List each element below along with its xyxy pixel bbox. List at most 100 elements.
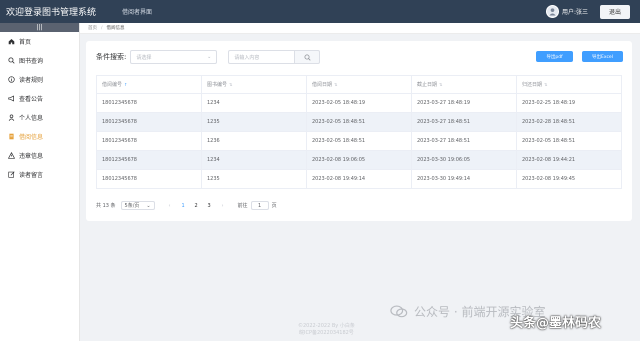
sidebar-item-7[interactable]: 读者留言 <box>0 165 79 184</box>
edit-icon <box>7 171 15 179</box>
sidebar-item-3[interactable]: 查看公告 <box>0 89 79 108</box>
table-cell: 2023-02-28 18:48:51 <box>516 112 622 132</box>
table-cell: 18012345678 <box>96 93 202 113</box>
table-cell: 1235 <box>201 169 307 189</box>
table-cell: 2023-02-08 19:49:14 <box>306 169 412 189</box>
username: 用户:张三 <box>561 9 588 16</box>
table-cell: 2023-02-25 18:48:19 <box>516 93 622 113</box>
table-cell: 1234 <box>201 93 307 113</box>
column-header-label: 归还日期 <box>522 82 543 88</box>
select-placeholder: 请选择 <box>136 54 152 61</box>
prev-page-icon[interactable]: ‹ <box>169 203 171 209</box>
column-header[interactable]: 借阅编号 ↑ <box>96 75 202 94</box>
table-cell: 1236 <box>201 131 307 151</box>
column-header[interactable]: 归还日期 ⇅ <box>516 75 622 94</box>
sidebar-item-5[interactable]: 借阅信息 <box>0 127 79 146</box>
next-page-icon[interactable]: › <box>222 203 224 209</box>
column-header[interactable]: 借阅日期 ⇅ <box>306 75 412 94</box>
footer-copyright: ©2022-2022 By 小白条 <box>298 323 355 329</box>
avatar[interactable] <box>545 5 559 18</box>
app-subtitle: 借阅者界面 <box>122 9 153 16</box>
table-cell: 1235 <box>201 112 307 132</box>
column-header[interactable]: 截止日期 ⇅ <box>411 75 517 94</box>
megaphone-icon <box>7 95 15 103</box>
sidebar-item-label: 个人信息 <box>19 115 44 122</box>
table-cell: 2023-02-05 18:48:51 <box>306 131 412 151</box>
user-avatar-icon <box>549 8 556 16</box>
table-cell: 2023-02-08 19:44:21 <box>516 150 622 170</box>
top-bar: 欢迎登录图书管理系统 借阅者界面 用户:张三 退出 <box>0 0 640 23</box>
sidebar-collapse-toggle[interactable]: ||| <box>0 23 79 32</box>
search-icon <box>304 54 311 61</box>
goto-page-input[interactable]: 1 <box>250 201 269 210</box>
sort-icon[interactable]: ⇅ <box>334 82 337 87</box>
sidebar-item-2[interactable]: 读者规则 <box>0 70 79 89</box>
page-jumper: 前往 1 页 <box>238 201 277 210</box>
logout-button[interactable]: 退出 <box>600 4 630 19</box>
table-row[interactable]: 18012345678 1235 2023-02-05 18:48:51 2023-0… <box>96 112 622 132</box>
user-area: 用户:张三 退出 <box>545 4 640 19</box>
info-icon <box>7 76 15 84</box>
table-row[interactable]: 18012345678 1235 2023-02-08 19:49:14 2023-0… <box>96 169 622 189</box>
table-cell: 2023-03-27 18:48:51 <box>411 131 517 151</box>
pagination-total: 共 13 条 <box>96 203 116 209</box>
column-header-label: 截止日期 <box>417 82 438 88</box>
column-header-label: 图书编号 <box>207 82 228 88</box>
goto-label: 前往 <box>237 203 248 209</box>
table-cell: 2023-02-08 19:49:45 <box>516 169 622 189</box>
breadcrumb-separator: / <box>101 25 103 31</box>
column-header-label: 借阅日期 <box>312 82 333 88</box>
table-cell: 2023-03-27 18:48:19 <box>411 93 517 113</box>
page-number[interactable]: 2 <box>190 203 203 209</box>
column-header-label: 借阅编号 <box>102 82 123 88</box>
home-icon <box>7 38 15 46</box>
table-cell: 2023-02-05 18:48:19 <box>306 93 412 113</box>
sidebar-item-label: 首页 <box>19 39 32 46</box>
page-size-value: 5条/页 <box>124 203 140 209</box>
table-row[interactable]: 18012345678 1234 2023-02-08 19:06:05 2023-0… <box>96 150 622 170</box>
sidebar-item-6[interactable]: 违章信息 <box>0 146 79 165</box>
sidebar-item-4[interactable]: 个人信息 <box>0 108 79 127</box>
table-cell: 2023-03-27 18:48:51 <box>411 112 517 132</box>
table-body: 18012345678 1234 2023-02-05 18:48:19 2023-0… <box>96 93 622 189</box>
export-excel-button[interactable]: 导出Excel <box>582 51 623 62</box>
user-icon <box>7 114 15 122</box>
export-pdf-button[interactable]: 导出pdf <box>536 51 573 62</box>
sidebar-item-label: 读者规则 <box>19 77 44 84</box>
app-title: 欢迎登录图书管理系统 <box>6 8 97 18</box>
sidebar-item-0[interactable]: 首页 <box>0 32 79 51</box>
table-cell: 2023-02-05 18:48:51 <box>306 112 412 132</box>
toutiao-watermark: 头条@墨林码农 <box>510 316 602 331</box>
content-card: 条件搜索: 请选择 ⌄ 请输入内容 导出pdf 导出Excel 借阅编号 ↑ 图书编… <box>86 41 632 221</box>
table-cell: 2023-02-08 19:06:05 <box>306 150 412 170</box>
document-icon <box>7 133 15 141</box>
breadcrumb-current: 借阅信息 <box>106 26 125 31</box>
pagination: 共 13 条 5条/页 ⌄ ‹ 123 › 前往 1 页 <box>96 201 277 210</box>
sort-icon[interactable]: ⇅ <box>439 82 442 87</box>
sort-icon[interactable]: ↑ <box>124 82 127 87</box>
search-input[interactable]: 请输入内容 <box>228 50 296 64</box>
page-size-select[interactable]: 5条/页 ⌄ <box>120 201 155 210</box>
table-cell: 18012345678 <box>96 131 202 151</box>
sidebar-item-label: 借阅信息 <box>19 134 44 141</box>
page-number[interactable]: 1 <box>177 203 190 209</box>
footer: ©2022-2022 By 小白条 皖ICP备2022034182号 <box>298 323 355 337</box>
breadcrumb-home[interactable]: 首页 <box>88 25 97 31</box>
search-icon <box>7 57 15 65</box>
page-number[interactable]: 3 <box>203 203 216 209</box>
column-header[interactable]: 图书编号 ⇅ <box>201 75 307 94</box>
search-button[interactable] <box>295 50 321 64</box>
table-row[interactable]: 18012345678 1236 2023-02-05 18:48:51 2023-0… <box>96 131 622 151</box>
page-unit-label: 页 <box>271 203 277 209</box>
borrow-table: 借阅编号 ↑ 图书编号 ⇅ 借阅日期 ⇅ 截止日期 ⇅ 归还日期 ⇅ 18012345678 123… <box>96 75 622 189</box>
table-cell: 2023-02-05 18:48:51 <box>516 131 622 151</box>
sidebar: ||| 首页图书查询读者规则查看公告个人信息借阅信息违章信息 读者留言 <box>0 23 80 341</box>
footer-icp[interactable]: 皖ICP备2022034182号 <box>298 330 355 337</box>
sort-icon[interactable]: ⇅ <box>229 82 232 87</box>
search-row: 条件搜索: 请选择 ⌄ 请输入内容 <box>96 50 321 64</box>
sort-icon[interactable]: ⇅ <box>544 82 547 87</box>
condition-select[interactable]: 请选择 ⌄ <box>130 50 218 64</box>
sidebar-item-1[interactable]: 图书查询 <box>0 51 79 70</box>
table-row[interactable]: 18012345678 1234 2023-02-05 18:48:19 2023-0… <box>96 93 622 113</box>
table-cell: 2023-03-30 19:06:05 <box>411 150 517 170</box>
